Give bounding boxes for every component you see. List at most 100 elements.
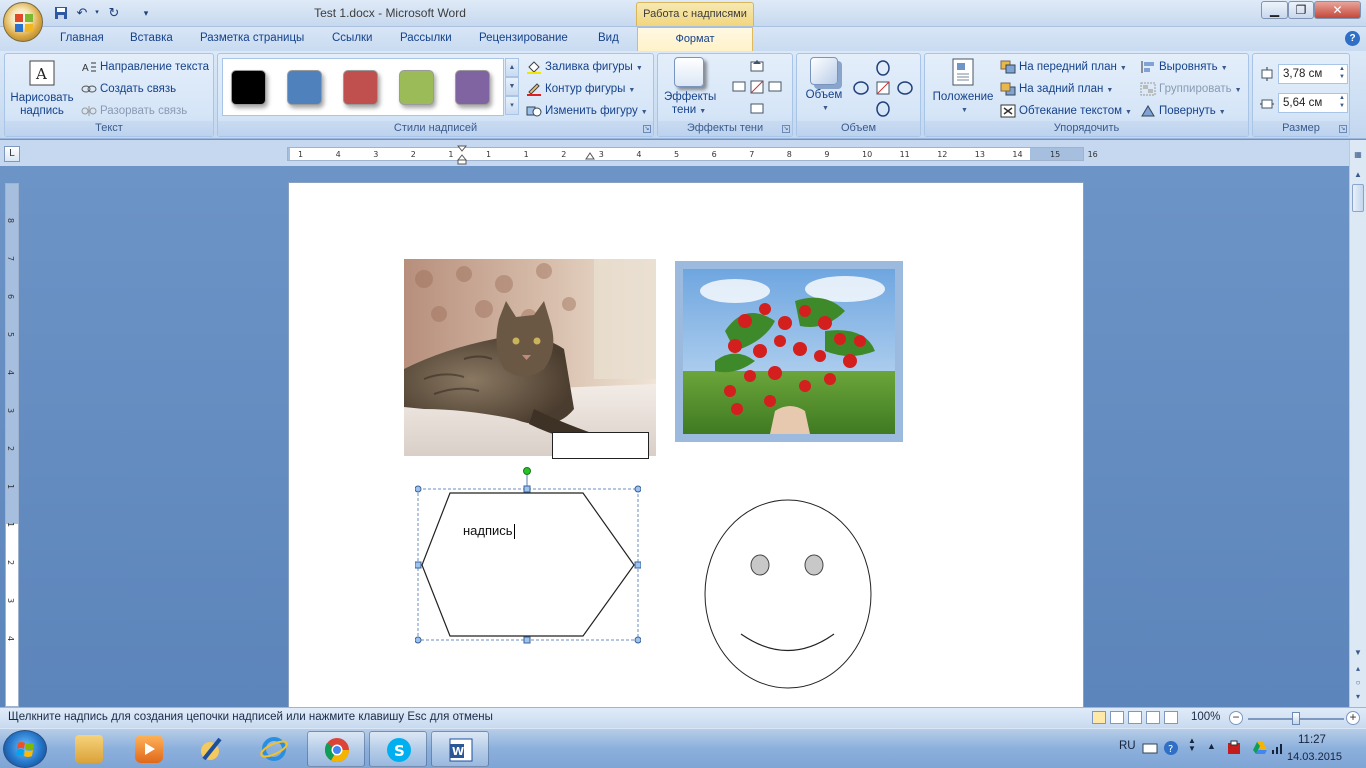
text-wrap-button[interactable]: Обтекание текстом ▼ [1000,104,1132,118]
maximize-button[interactable]: ❐ [1288,1,1314,19]
size-dialog-launcher-icon[interactable]: ↘ [1339,125,1347,133]
horizontal-ruler[interactable]: 1 4 3 2 1 1 1 2 3 4 5 6 7 8 9 10 11 12 13 14 15 16 [287,145,1098,165]
shadow-dialog-launcher-icon[interactable]: ↘ [782,125,790,133]
shadow-toggle-icon[interactable] [750,80,764,94]
keyboard-icon[interactable] [1142,741,1158,755]
previous-page-icon[interactable]: ▴ [1351,662,1365,676]
taskbar-media-player[interactable] [120,731,178,767]
rotate-handle-icon[interactable] [523,467,531,475]
taskbar-skype[interactable]: S [369,731,427,767]
clock-time[interactable]: 11:27 [1298,734,1326,746]
shape-fill-button[interactable]: Заливка фигуры ▼ [526,60,643,74]
document-page[interactable]: надпись [288,182,1084,712]
taskbar-chrome[interactable] [307,731,365,767]
gallery-scroll-down[interactable]: ▼ [505,77,519,96]
zoom-level[interactable]: 100% [1191,711,1220,723]
network-icon[interactable] [1270,740,1286,756]
rotate-button[interactable]: Повернуть ▼ [1140,104,1226,118]
tab-selector[interactable]: L [4,146,20,162]
help-tray-icon[interactable]: ? [1163,740,1179,756]
browse-object-icon[interactable]: ○ [1351,676,1365,690]
next-page-icon[interactable]: ▾ [1351,690,1365,704]
full-screen-reading-view-icon[interactable] [1110,711,1124,724]
vertical-scrollbar[interactable]: ▦ ▲ ▼ ▴ ○ ▾ [1349,140,1366,707]
nudge-shadow-right-icon[interactable] [768,81,782,92]
change-shape-button[interactable]: Изменить фигуру ▼ [526,104,648,118]
position-button[interactable]: Положение ▼ [929,57,997,117]
scroll-down-icon[interactable]: ▼ [1351,646,1365,660]
draft-view-icon[interactable] [1164,711,1178,724]
text-direction-button[interactable]: A Направление текста [81,60,209,74]
style-swatch-blue[interactable] [287,70,322,105]
draw-textbox-button[interactable]: A Нарисовать надпись [9,58,75,118]
vertical-ruler[interactable]: 8 7 6 5 4 3 2 1 1 2 3 4 [5,183,19,707]
volume-button[interactable]: Объем ▼ [801,57,847,115]
help-icon[interactable]: ? [1345,31,1360,46]
shape-width-field[interactable]: 5,64 см [1278,93,1348,113]
gallery-scroll-up[interactable]: ▲ [505,58,519,77]
textbox-content[interactable]: надпись [463,523,515,540]
outline-view-icon[interactable] [1146,711,1160,724]
empty-textbox[interactable] [552,432,649,459]
scroll-thumb[interactable] [1352,184,1364,212]
minimize-button[interactable]: ▁ [1261,1,1288,19]
resize-handle[interactable] [415,485,422,493]
tab-references[interactable]: Ссылки [332,32,373,44]
resize-handle[interactable] [634,485,641,493]
tab-page-layout[interactable]: Разметка страницы [200,32,304,44]
scroll-up-icon[interactable]: ▲ [1351,168,1365,182]
align-button[interactable]: Выровнять ▼ [1140,60,1228,74]
tray-toggle-icon[interactable]: ▲ ▼ [1188,737,1196,753]
taskbar-word[interactable]: W [431,731,489,767]
antivirus-icon[interactable] [1226,740,1242,756]
resize-handle[interactable] [634,636,641,644]
tilt-left-icon[interactable] [853,81,869,95]
tab-mailings[interactable]: Рассылки [400,32,452,44]
close-button[interactable]: ✕ [1314,1,1361,19]
right-indent-marker-icon[interactable] [585,152,595,162]
create-link-button[interactable]: Создать связь [81,82,176,96]
gallery-more-button[interactable]: ▾ [505,96,519,115]
resize-handle[interactable] [415,561,422,569]
strawberry-photo[interactable] [675,261,903,442]
shape-height-field[interactable]: 3,78 см [1278,64,1348,84]
tab-format[interactable]: Формат [637,27,753,52]
tab-review[interactable]: Рецензирование [479,32,568,44]
ruler-toggle-icon[interactable]: ▦ [1351,148,1365,162]
group-button[interactable]: Группировать ▼ [1140,82,1242,96]
taskbar-paint-tool[interactable] [183,731,241,767]
zoom-out-icon[interactable]: − [1229,711,1243,725]
hexagon-textbox[interactable] [415,467,641,644]
styles-dialog-launcher-icon[interactable]: ↘ [643,125,651,133]
height-spinner[interactable]: ▲ ▼ [1339,65,1345,81]
zoom-in-icon[interactable]: + [1346,711,1360,725]
tab-insert[interactable]: Вставка [130,32,173,44]
nudge-shadow-up-icon[interactable] [750,60,764,72]
tilt-right-icon[interactable] [897,81,913,95]
width-spinner[interactable]: ▲ ▼ [1339,94,1345,110]
zoom-slider-thumb[interactable] [1292,712,1300,725]
smiley-face-shape[interactable] [703,497,875,691]
indent-marker-icon[interactable] [457,145,467,165]
style-swatch-purple[interactable] [455,70,490,105]
tab-view[interactable]: Вид [598,32,619,44]
break-link-button[interactable]: Разорвать связь [81,104,187,118]
web-layout-view-icon[interactable] [1128,711,1142,724]
tilt-down-icon[interactable] [876,101,890,117]
resize-handle[interactable] [523,485,531,493]
3d-toggle-icon[interactable] [876,81,890,95]
bring-to-front-button[interactable]: На передний план ▼ [1000,60,1127,74]
nudge-shadow-down-icon[interactable] [750,103,764,114]
print-layout-view-icon[interactable] [1092,711,1106,724]
resize-handle[interactable] [415,636,422,644]
taskbar-explorer[interactable] [60,731,118,767]
tab-home[interactable]: Главная [60,32,104,44]
nudge-shadow-left-icon[interactable] [732,81,746,92]
clock-date[interactable]: 14.03.2015 [1287,751,1342,763]
resize-handle[interactable] [634,561,641,569]
style-swatch-black[interactable] [231,70,266,105]
taskbar-internet-explorer[interactable] [245,731,303,767]
cat-photo[interactable] [404,259,656,456]
resize-handle[interactable] [523,636,531,644]
tilt-up-icon[interactable] [876,60,890,76]
